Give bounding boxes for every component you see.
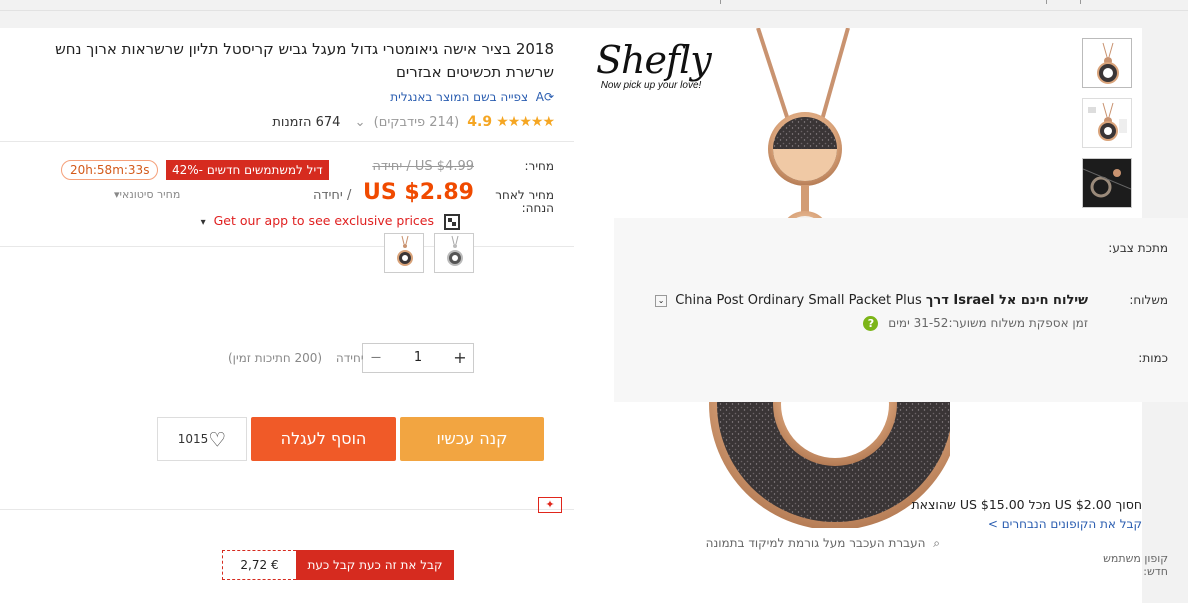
quantity-decrease-button[interactable]: — (363, 344, 389, 372)
rating-score: 4.9 (467, 114, 493, 130)
top-strip (0, 0, 1188, 11)
free-shipping-text: שילוח חינם אל Israel דרך (925, 293, 1088, 308)
thumbnail-image (1083, 168, 1131, 198)
delivery-estimate-text: זמן אספקת משלוח משוער:31-52 ימים (888, 316, 1088, 330)
buy-now-button[interactable]: קנה עכשיו (400, 417, 544, 461)
brand-logo: Shefly Now pick up your love! (596, 38, 712, 91)
swatch-image (447, 235, 463, 266)
thumbnail-image (1088, 102, 1127, 141)
quantity-input[interactable]: 1 (389, 344, 447, 372)
quantity-available: (200 חתיכות זמין) (228, 351, 323, 365)
original-price: US $4.99 / יחידה (372, 159, 474, 174)
brand-name: Shefly (596, 38, 712, 82)
wishlist-button[interactable]: 1015♡ (157, 417, 247, 461)
options-box (614, 218, 1188, 402)
reviews-count[interactable]: (214 פידבקים) (374, 115, 460, 130)
top-strip-tick (1046, 0, 1047, 4)
new-user-deal-badge: דיל למשתמשים חדשים -42% (166, 160, 329, 180)
thumbnail-image (1097, 42, 1119, 84)
swatch-image (397, 235, 413, 266)
coupon-save-text: חסוך US $2.00 מכל US $15.00 שהוצאת (911, 497, 1142, 512)
quantity-label: כמות: (1138, 351, 1168, 365)
shipping-line[interactable]: שילוח חינם אל Israel דרך China Post Ordi… (655, 293, 1088, 308)
caret-down-icon: ▾ (200, 217, 206, 228)
thumbnail-2[interactable] (1082, 98, 1132, 148)
thumbnail-1[interactable] (1082, 38, 1132, 88)
translate-title-link[interactable]: ⟳A צפייה בשם המוצר באנגלית (390, 90, 554, 104)
qr-code-icon (444, 213, 460, 230)
add-to-cart-button[interactable]: הוסף לעגלה (251, 417, 396, 461)
discount-price-label: מחיר לאחר הנחה: (495, 188, 554, 215)
top-strip-tick (1080, 0, 1081, 4)
shipping-select-icon[interactable]: ⌄ (655, 294, 668, 307)
help-icon[interactable]: ? (863, 316, 879, 331)
chevron-down-icon[interactable]: ⌄ (355, 115, 366, 130)
brand-tagline: Now pick up your love! (600, 80, 702, 91)
color-swatch-silver[interactable] (434, 233, 474, 273)
price-unit: / יחידה (312, 188, 352, 203)
translate-title-text: צפייה בשם המוצר באנגלית (390, 90, 529, 104)
rating-row: ★★★★★ 4.9 (214 פידבקים) ⌄ 674 הזמנות (272, 114, 555, 130)
translate-icon: ⟳A (535, 90, 554, 104)
orders-count: 674 הזמנות (272, 115, 341, 130)
coupon-icon: ✦ (538, 497, 562, 513)
color-label: מתכת צבע: (1108, 241, 1168, 255)
zoom-hint: ⌕ העברת העכבר מעל גורמת למיקוד בתמונה (680, 536, 940, 551)
heart-icon: ♡ (208, 427, 227, 452)
new-user-coupon-card: 2,72 € קבל את זה כעת קבל כעת (222, 550, 454, 580)
wishlist-count: 1015 (177, 432, 209, 446)
rating-stars[interactable]: ★★★★★ (496, 114, 555, 130)
wholesale-price-link[interactable]: מחיר סיטונאי▾ (114, 188, 180, 201)
top-strip-tick (720, 0, 721, 4)
get-coupons-link[interactable]: קבל את הקופונים הנבחרים > (988, 517, 1142, 531)
quantity-increase-button[interactable]: + (447, 344, 473, 372)
zoom-hint-text: העברת העכבר מעל גורמת למיקוד בתמונה (705, 536, 926, 550)
take-coupon-button[interactable]: קבל את זה כעת קבל כעת (296, 550, 454, 580)
price-label: מחיר: (524, 159, 555, 173)
product-title: 2018 בציר אישה גיאומטרי גדול מעגל גביש ק… (55, 40, 554, 81)
current-price-value: US $2.89 (363, 180, 474, 205)
thumbnail-3[interactable] (1082, 158, 1132, 208)
magnifier-icon: ⌕ (933, 536, 940, 550)
new-user-coupon-label: קופון משתמש חדש: (1103, 552, 1168, 578)
quantity-unit: יחידה (335, 351, 364, 365)
coupon-amount: 2,72 € (222, 550, 296, 580)
quantity-stepper: — 1 + (362, 343, 474, 373)
divider (0, 246, 574, 247)
current-price: US $2.89 / יחידה (313, 180, 474, 205)
deal-countdown-timer: 20h:58m:33s (61, 160, 159, 180)
product-info-panel: 2018 בציר אישה גיאומטרי גדול מעגל גביש ק… (0, 28, 574, 603)
shipping-method: China Post Ordinary Small Packet Plus (675, 293, 922, 308)
delivery-estimate: זמן אספקת משלוח משוער:31-52 ימים ? (863, 316, 1088, 331)
shipping-label: משלוח: (1129, 293, 1168, 307)
quantity-info: יחידה (200 חתיכות זמין) (228, 351, 364, 365)
app-promo[interactable]: Get our app to see exclusive prices ▾ (201, 213, 460, 230)
divider (0, 509, 574, 510)
divider (0, 141, 574, 142)
color-swatch-gold[interactable] (384, 233, 424, 273)
app-promo-text: Get our app to see exclusive prices (213, 213, 435, 228)
